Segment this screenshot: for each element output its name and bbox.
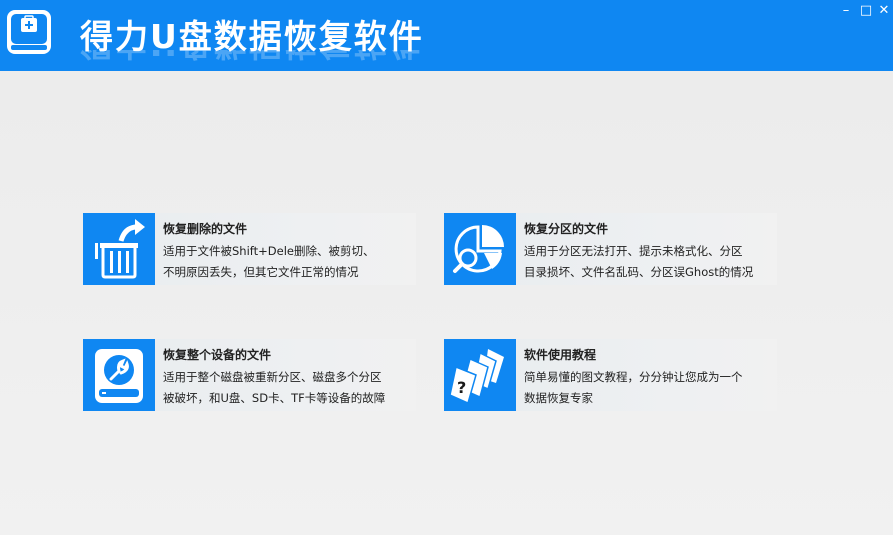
minimize-button[interactable]: – (836, 2, 856, 20)
recover-device-files-card[interactable]: 恢复整个设备的文件 适用于整个磁盘被重新分区、磁盘多个分区 被破坏，和U盘、SD… (83, 339, 416, 411)
deleted-file-icon (83, 213, 155, 285)
app-title-reflection: 得力U盘数据恢复软件 (80, 50, 424, 70)
card-description: 适用于整个磁盘被重新分区、磁盘多个分区 被破坏，和U盘、SD卡、TF卡等设备的故… (163, 370, 386, 405)
tutorial-pages-icon: ? (444, 339, 516, 411)
card-title: 恢复整个设备的文件 (163, 348, 272, 362)
recover-partition-files-card[interactable]: 恢复分区的文件 适用于分区无法打开、提示未格式化、分区 目录损坏、文件名乱码、分… (444, 213, 777, 285)
card-description: 适用于文件被Shift+Dele删除、被剪切、 不明原因丢失，但其它文件正常的情… (163, 244, 375, 279)
app-logo-icon (6, 9, 52, 55)
main-panel: 恢复删除的文件 适用于文件被Shift+Dele删除、被剪切、 不明原因丢失，但… (0, 71, 893, 535)
maximize-button[interactable]: □ (856, 2, 876, 20)
partition-pie-icon (444, 213, 516, 285)
software-tutorial-card[interactable]: ? 软件使用教程 简单易懂的图文教程，分分钟让您成为一个 数据恢复专家 (444, 339, 777, 411)
card-title: 恢复删除的文件 (163, 222, 248, 236)
svg-text:?: ? (457, 378, 466, 397)
close-button[interactable]: ✕ (874, 2, 893, 20)
recover-deleted-files-card[interactable]: 恢复删除的文件 适用于文件被Shift+Dele删除、被剪切、 不明原因丢失，但… (83, 213, 416, 285)
title-bar: 得力U盘数据恢复软件 得力U盘数据恢复软件 – □ ✕ (0, 0, 893, 71)
card-description: 适用于分区无法打开、提示未格式化、分区 目录损坏、文件名乱码、分区误Ghost的… (524, 244, 754, 279)
card-title: 恢复分区的文件 (524, 222, 609, 236)
disk-wrench-icon (83, 339, 155, 411)
card-description: 简单易懂的图文教程，分分钟让您成为一个 数据恢复专家 (524, 370, 743, 405)
card-title: 软件使用教程 (524, 348, 597, 362)
